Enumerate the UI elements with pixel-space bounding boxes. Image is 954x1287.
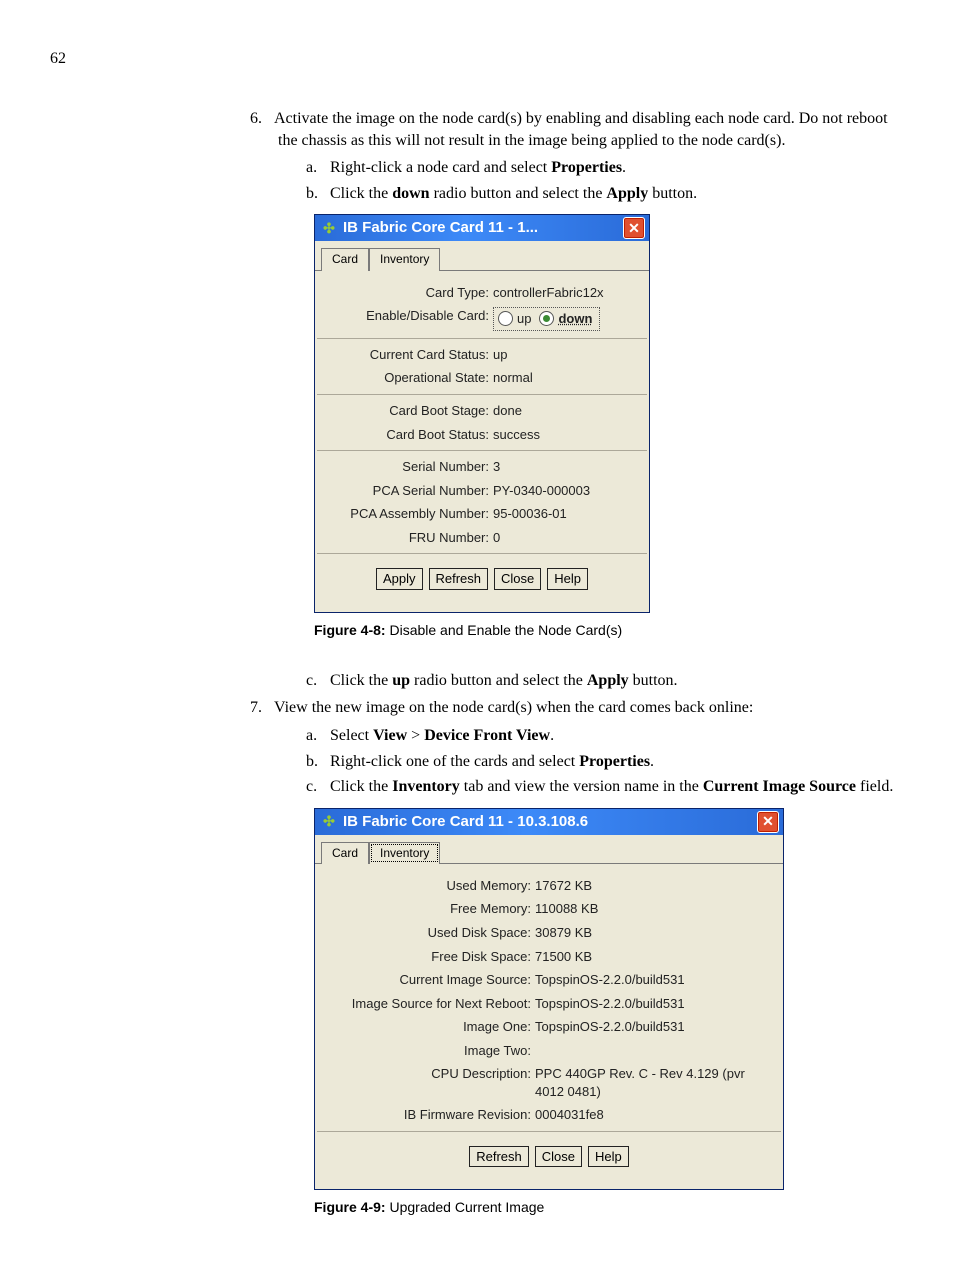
dialog-inventory: ✣ IB Fabric Core Card 11 - 10.3.108.6 ✕ …	[314, 808, 904, 1191]
label-pca-asm: PCA Assembly Number:	[321, 505, 493, 523]
tab-inventory[interactable]: Inventory	[369, 248, 440, 270]
step-7b: b.Right-click one of the cards and selec…	[306, 751, 904, 773]
tab-card[interactable]: Card	[321, 842, 369, 864]
page-number: 62	[50, 50, 914, 68]
radio-up[interactable]: up	[498, 310, 531, 328]
step-7b-letter: b.	[306, 751, 330, 773]
step-6a: a.Right-click a node card and select Pro…	[306, 157, 904, 179]
refresh-button[interactable]: Refresh	[469, 1146, 529, 1168]
step-7a: a.Select View > Device Front View.	[306, 725, 904, 747]
value-used-disk: 30879 KB	[535, 924, 777, 942]
label-free-mem: Free Memory:	[321, 900, 535, 918]
label-image-two: Image Two:	[321, 1042, 535, 1060]
step-6-text: Activate the image on the node card(s) b…	[274, 110, 888, 149]
step-7a-letter: a.	[306, 725, 330, 747]
label-current-status: Current Card Status:	[321, 346, 493, 364]
value-current-status: up	[493, 346, 643, 364]
value-boot-stage: done	[493, 402, 643, 420]
dialog-card-properties: ✣ IB Fabric Core Card 11 - 1... ✕ Card I…	[314, 214, 904, 612]
label-free-disk: Free Disk Space:	[321, 948, 535, 966]
value-free-mem: 110088 KB	[535, 900, 777, 918]
value-image-one: TopspinOS-2.2.0/build531	[535, 1018, 777, 1036]
value-serial: 3	[493, 458, 643, 476]
window-title: IB Fabric Core Card 11 - 10.3.108.6	[343, 812, 757, 832]
value-card-type: controllerFabric12x	[493, 284, 643, 302]
label-pca-serial: PCA Serial Number:	[321, 482, 493, 500]
titlebar: ✣ IB Fabric Core Card 11 - 10.3.108.6 ✕	[315, 809, 783, 835]
value-pca-asm: 95-00036-01	[493, 505, 643, 523]
value-boot-status: success	[493, 426, 643, 444]
label-current-image-source: Current Image Source:	[321, 971, 535, 989]
close-button[interactable]: Close	[494, 568, 541, 590]
close-icon[interactable]: ✕	[757, 811, 779, 833]
step-7: 7.View the new image on the node card(s)…	[250, 697, 904, 1217]
label-used-mem: Used Memory:	[321, 877, 535, 895]
step-6b: b.Click the down radio button and select…	[306, 183, 904, 205]
label-enable-disable: Enable/Disable Card:	[321, 307, 493, 331]
titlebar: ✣ IB Fabric Core Card 11 - 1... ✕	[315, 215, 649, 241]
value-fru: 0	[493, 529, 643, 547]
radio-down-circle	[539, 311, 554, 326]
refresh-button[interactable]: Refresh	[429, 568, 489, 590]
window-title: IB Fabric Core Card 11 - 1...	[343, 218, 623, 238]
value-image-two	[535, 1042, 777, 1060]
label-fw-rev: IB Firmware Revision:	[321, 1106, 535, 1124]
label-used-disk: Used Disk Space:	[321, 924, 535, 942]
figure-4-8-caption: Figure 4-8: Disable and Enable the Node …	[314, 621, 904, 640]
radio-down-label: down	[558, 310, 592, 328]
radio-up-label: up	[517, 310, 531, 328]
apply-button[interactable]: Apply	[376, 568, 423, 590]
label-serial: Serial Number:	[321, 458, 493, 476]
value-next-image-source: TopspinOS-2.2.0/build531	[535, 995, 777, 1013]
value-pca-serial: PY-0340-000003	[493, 482, 643, 500]
label-cpu-desc: CPU Description:	[321, 1065, 535, 1100]
step-7-num: 7.	[250, 697, 274, 719]
step-7c-letter: c.	[306, 776, 330, 798]
value-cpu-desc: PPC 440GP Rev. C - Rev 4.129 (pvr 4012 0…	[535, 1065, 777, 1100]
step-6: 6.Activate the image on the node card(s)…	[250, 108, 904, 691]
help-button[interactable]: Help	[547, 568, 588, 590]
label-boot-stage: Card Boot Stage:	[321, 402, 493, 420]
step-7c: c.Click the Inventory tab and view the v…	[306, 776, 904, 798]
close-icon[interactable]: ✕	[623, 217, 645, 239]
value-current-image-source: TopspinOS-2.2.0/build531	[535, 971, 777, 989]
app-icon: ✣	[321, 814, 337, 830]
tab-card[interactable]: Card	[321, 248, 369, 270]
label-card-type: Card Type:	[321, 284, 493, 302]
close-button[interactable]: Close	[535, 1146, 582, 1168]
label-op-state: Operational State:	[321, 369, 493, 387]
step-6c: c.Click the up radio button and select t…	[306, 670, 904, 692]
label-fru: FRU Number:	[321, 529, 493, 547]
step-6c-letter: c.	[306, 670, 330, 692]
label-boot-status: Card Boot Status:	[321, 426, 493, 444]
tab-inventory[interactable]: Inventory	[369, 842, 440, 864]
step-7-text: View the new image on the node card(s) w…	[274, 699, 753, 716]
step-6-num: 6.	[250, 108, 274, 130]
app-icon: ✣	[321, 220, 337, 236]
enable-disable-group: up down	[493, 307, 600, 331]
radio-up-circle	[498, 311, 513, 326]
figure-4-9-caption: Figure 4-9: Upgraded Current Image	[314, 1198, 904, 1217]
label-next-image-source: Image Source for Next Reboot:	[321, 995, 535, 1013]
radio-down[interactable]: down	[539, 310, 592, 328]
step-6a-letter: a.	[306, 157, 330, 179]
value-used-mem: 17672 KB	[535, 877, 777, 895]
value-op-state: normal	[493, 369, 643, 387]
step-6b-letter: b.	[306, 183, 330, 205]
value-free-disk: 71500 KB	[535, 948, 777, 966]
label-image-one: Image One:	[321, 1018, 535, 1036]
help-button[interactable]: Help	[588, 1146, 629, 1168]
value-fw-rev: 0004031fe8	[535, 1106, 777, 1124]
